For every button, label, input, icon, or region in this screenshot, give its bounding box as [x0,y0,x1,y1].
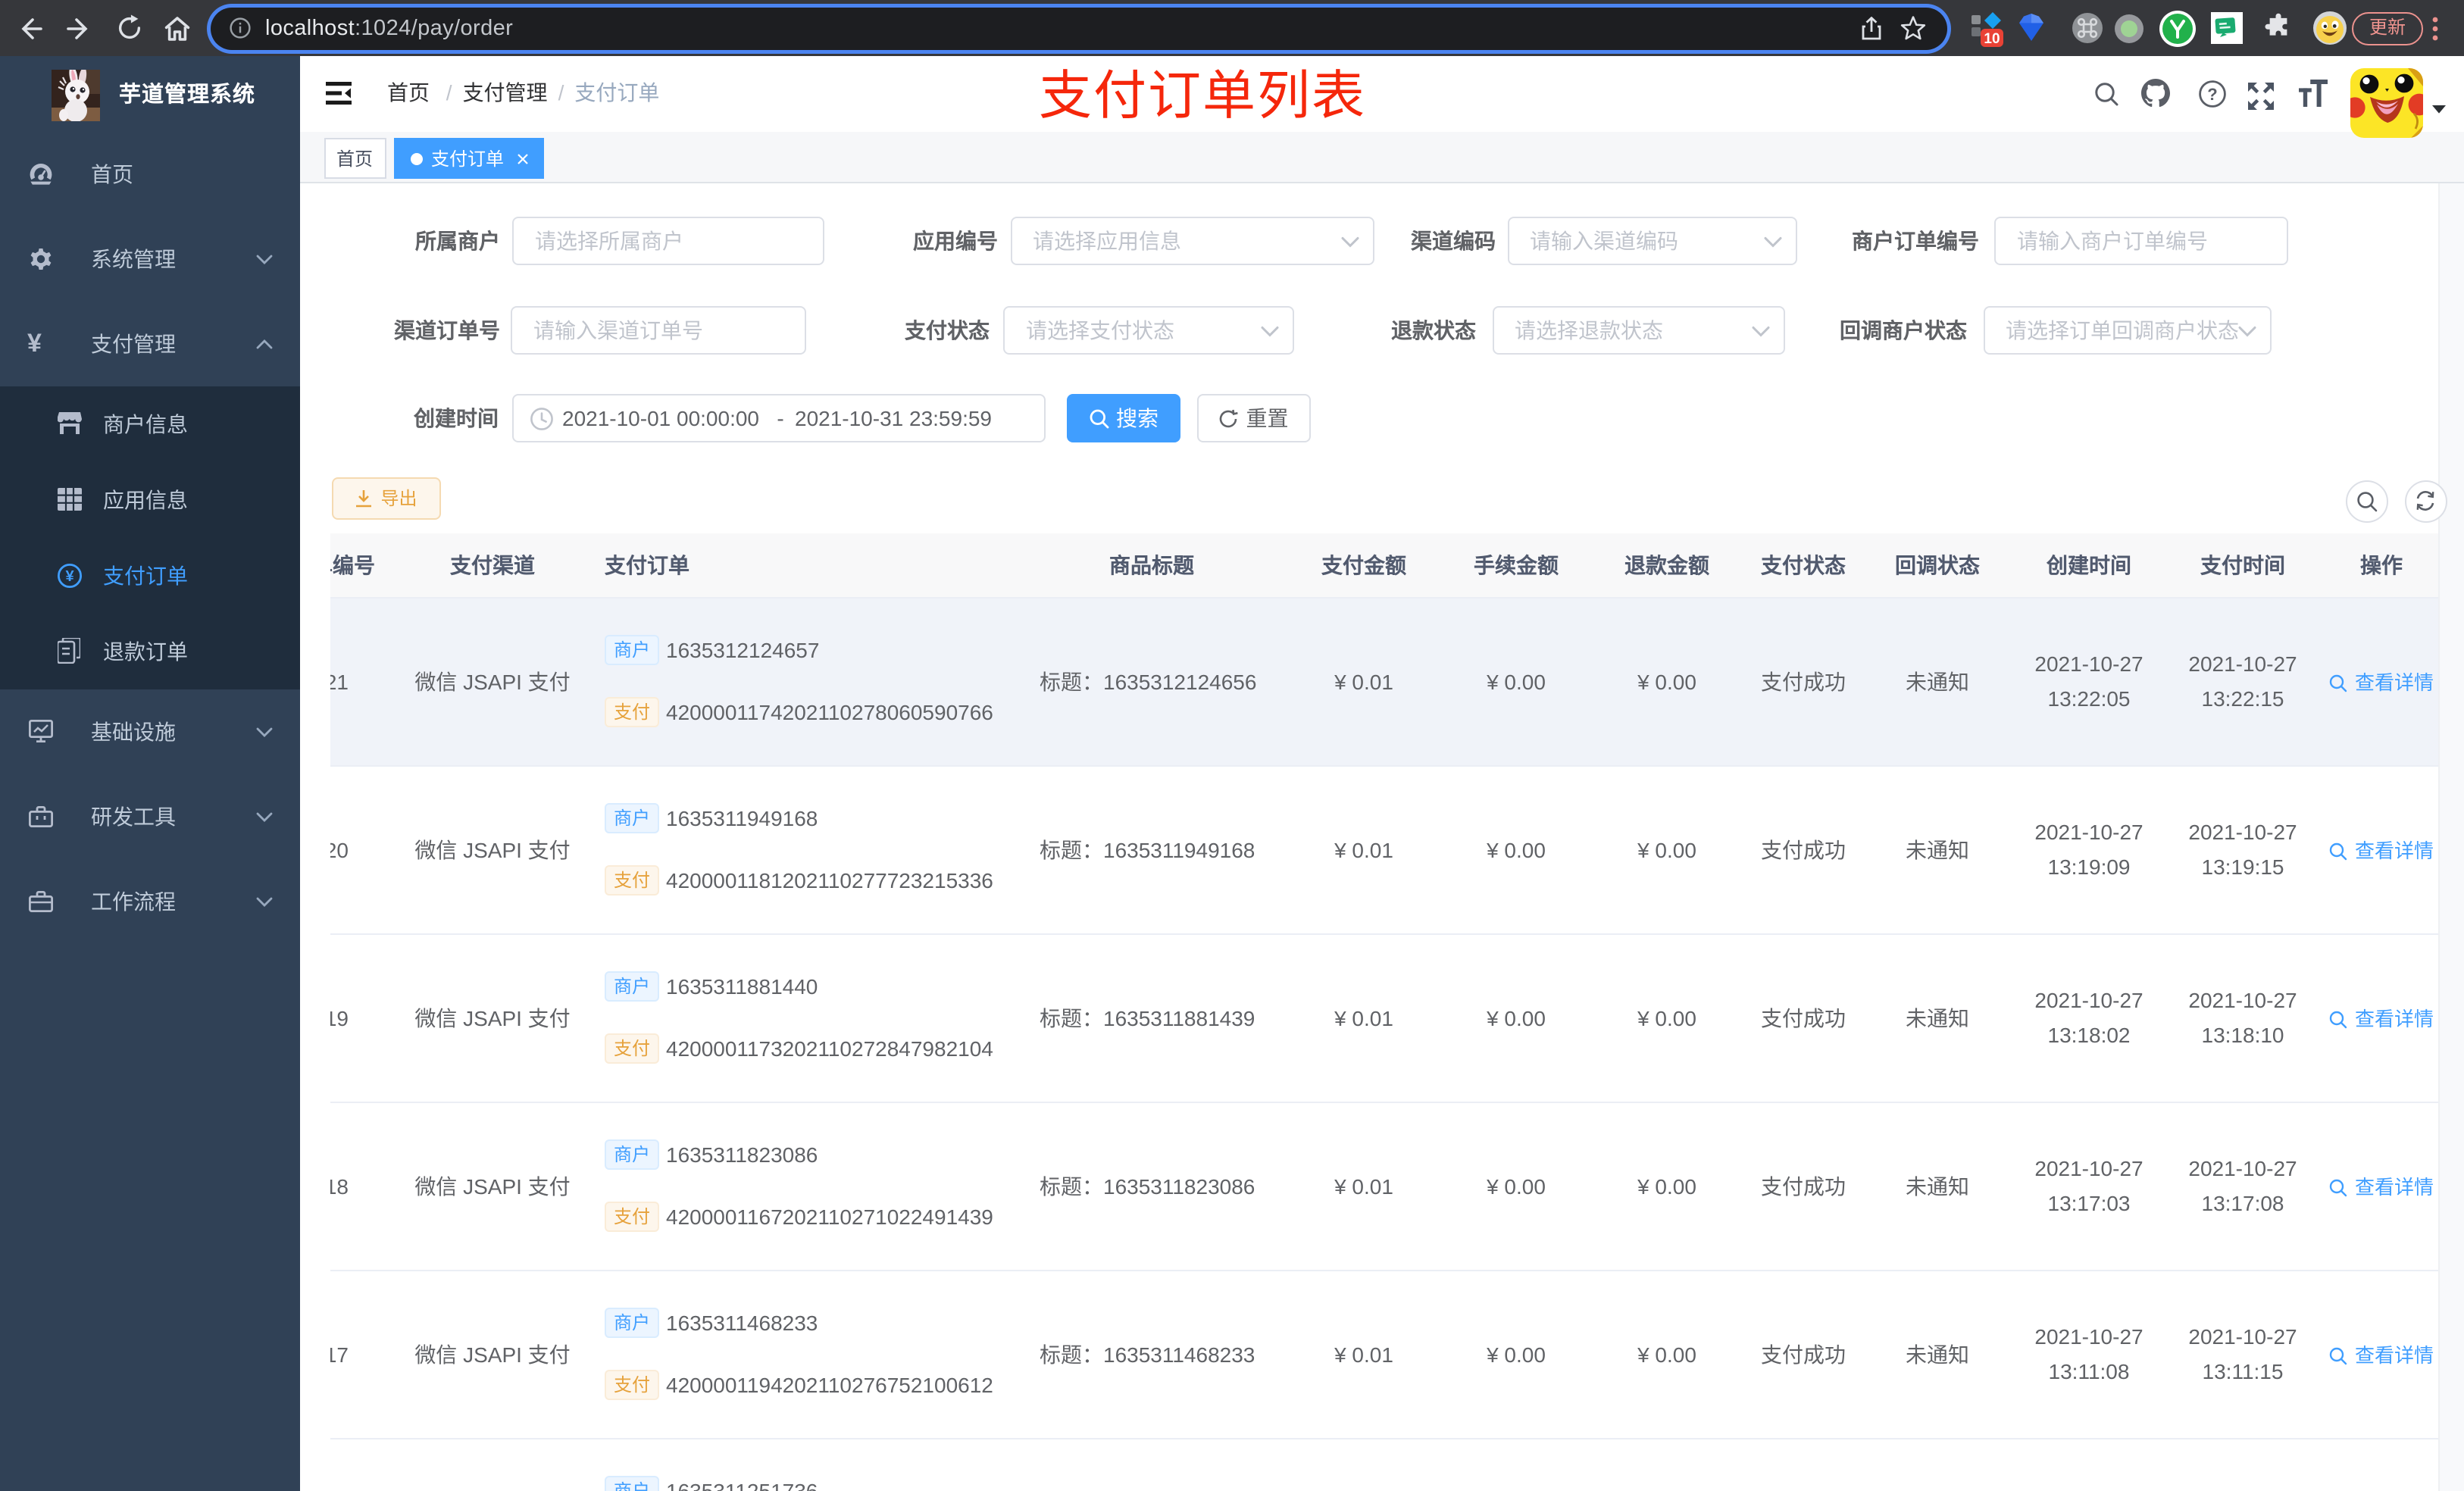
svg-text:10: 10 [1984,30,2000,46]
svg-text:?: ? [2206,85,2216,104]
svg-text:¥: ¥ [65,568,74,585]
